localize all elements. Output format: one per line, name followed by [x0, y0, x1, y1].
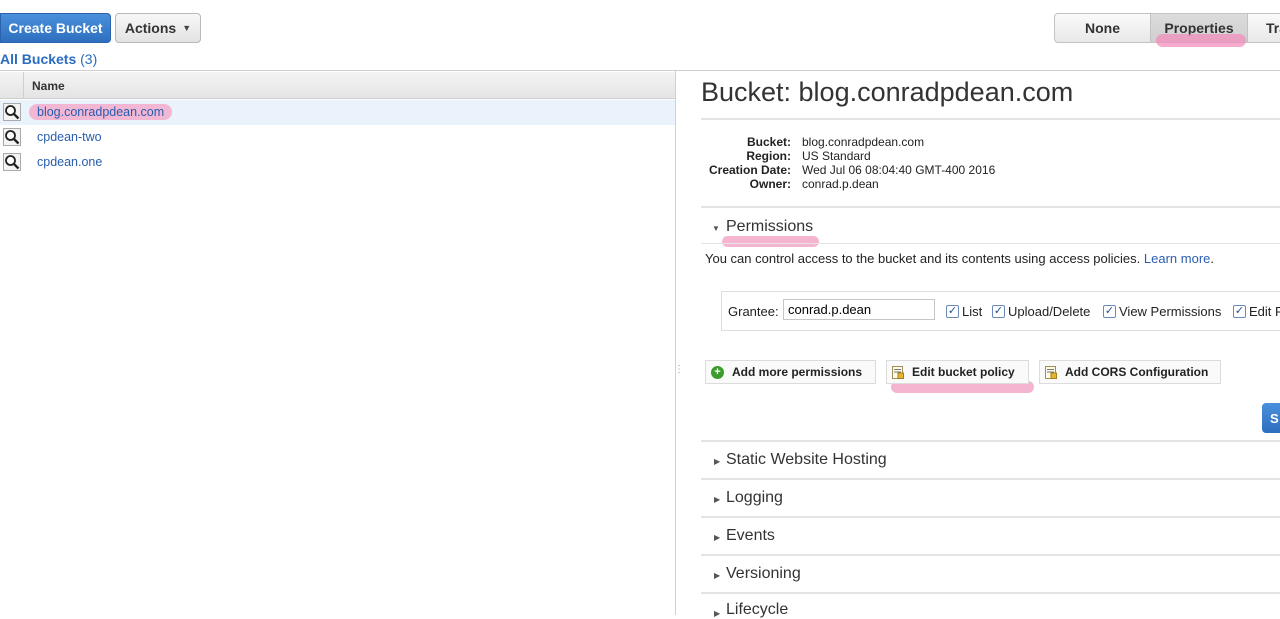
checkbox-label-list: List — [962, 304, 983, 319]
grid-header-gutter — [0, 72, 24, 99]
annotation-highlight-permissions — [722, 236, 819, 247]
view-transfers-button[interactable]: Tra — [1247, 13, 1280, 43]
events-section-header[interactable]: Events — [726, 527, 775, 545]
description-period: . — [1210, 251, 1215, 266]
permissions-section-header[interactable]: Permissions — [726, 218, 813, 236]
divider — [701, 516, 1280, 518]
bucket-list-pane: Name blog.conradpdean.com cpdean-two cpd… — [0, 71, 676, 615]
permissions-description: You can control access to the bucket and… — [705, 251, 1214, 266]
checkbox-upload-delete[interactable]: ✓ Upload/Delete — [992, 304, 1090, 319]
table-row[interactable]: cpdean-two — [0, 125, 675, 150]
policy-document-icon — [892, 365, 904, 379]
divider — [701, 554, 1280, 556]
info-value-creation-date: Wed Jul 06 08:04:40 GMT-400 2016 — [802, 163, 996, 177]
info-label-region: Region: — [746, 149, 791, 163]
triangle-right-icon[interactable]: ▶ — [714, 609, 720, 618]
checkbox-view-permissions[interactable]: ✓ View Permissions — [1103, 304, 1221, 319]
plus-circle-icon: + — [711, 365, 724, 379]
magnifier-icon[interactable] — [3, 153, 21, 171]
column-header-name[interactable]: Name — [32, 79, 65, 93]
checkbox-edit-permissions[interactable]: ✓ Edit P — [1233, 304, 1280, 319]
actions-label: Actions — [124, 20, 177, 36]
magnifier-icon[interactable] — [3, 128, 21, 146]
add-more-permissions-button[interactable]: + Add more permissions — [705, 360, 876, 384]
create-bucket-button[interactable]: Create Bucket — [0, 13, 111, 43]
triangle-right-icon[interactable]: ▶ — [714, 571, 720, 580]
info-label-owner: Owner: — [749, 177, 791, 191]
checkbox-checked-icon[interactable]: ✓ — [946, 305, 959, 318]
triangle-down-icon[interactable]: ▼ — [712, 224, 720, 233]
edit-bucket-policy-label: Edit bucket policy — [912, 365, 1015, 379]
bucket-name-link[interactable]: cpdean.one — [37, 155, 102, 169]
checkbox-label-edit-permissions: Edit P — [1249, 304, 1280, 319]
bucket-count: (3) — [80, 51, 98, 67]
info-value-owner: conrad.p.dean — [802, 177, 879, 191]
table-row[interactable]: blog.conradpdean.com — [0, 100, 675, 125]
actions-menu-button[interactable]: Actions ▼ — [115, 13, 201, 43]
learn-more-link[interactable]: Learn more — [1144, 251, 1210, 266]
checkbox-label-view-permissions: View Permissions — [1119, 304, 1222, 319]
static-website-hosting-section-header[interactable]: Static Website Hosting — [726, 451, 887, 469]
divider — [701, 440, 1280, 442]
info-label-bucket: Bucket: — [746, 135, 791, 149]
permissions-description-text: You can control access to the bucket and… — [705, 251, 1141, 266]
save-button[interactable]: S — [1262, 403, 1280, 433]
divider — [701, 206, 1280, 208]
checkbox-checked-icon[interactable]: ✓ — [1103, 305, 1116, 318]
triangle-right-icon[interactable]: ▶ — [714, 457, 720, 466]
all-buckets-breadcrumb[interactable]: All Buckets (3) — [0, 51, 97, 67]
info-value-region: US Standard — [802, 149, 871, 163]
chevron-down-icon: ▼ — [182, 23, 192, 33]
checkbox-label-upload-delete: Upload/Delete — [1008, 304, 1091, 319]
divider — [701, 243, 1280, 244]
table-row[interactable]: cpdean.one — [0, 150, 675, 175]
view-none-button[interactable]: None — [1054, 13, 1151, 43]
toolbar: Create Bucket Actions ▼ None Properties … — [0, 0, 1280, 52]
divider — [701, 592, 1280, 594]
divider — [701, 478, 1280, 480]
bucket-name-link[interactable]: blog.conradpdean.com — [37, 105, 164, 119]
bucket-name-link[interactable]: cpdean-two — [37, 130, 102, 144]
add-cors-configuration-button[interactable]: Add CORS Configuration — [1039, 360, 1221, 384]
checkbox-checked-icon[interactable]: ✓ — [1233, 305, 1246, 318]
add-more-permissions-label: Add more permissions — [732, 365, 863, 379]
triangle-right-icon[interactable]: ▶ — [714, 495, 720, 504]
divider — [701, 118, 1280, 120]
page-title: Bucket: blog.conradpdean.com — [701, 77, 1074, 107]
grantee-label: Grantee: — [728, 304, 779, 319]
grid-header: Name — [0, 72, 675, 99]
info-label-creation-date: Creation Date: — [708, 163, 791, 177]
all-buckets-label[interactable]: All Buckets — [0, 51, 76, 67]
checkbox-checked-icon[interactable]: ✓ — [992, 305, 1005, 318]
cors-document-icon — [1045, 365, 1057, 379]
magnifier-icon[interactable] — [3, 103, 21, 121]
logging-section-header[interactable]: Logging — [726, 489, 783, 507]
info-value-bucket: blog.conradpdean.com — [802, 135, 925, 149]
grantee-row: Grantee: ✓ List ✓ Upload/Delete ✓ View P… — [721, 291, 1280, 331]
edit-bucket-policy-button[interactable]: Edit bucket policy — [886, 360, 1029, 384]
grantee-input[interactable] — [783, 299, 935, 320]
checkbox-list[interactable]: ✓ List — [946, 304, 982, 319]
add-cors-configuration-label: Add CORS Configuration — [1065, 365, 1209, 379]
lifecycle-section-header[interactable]: Lifecycle — [726, 601, 788, 619]
annotation-highlight-properties — [1156, 34, 1246, 47]
properties-pane: Bucket: blog.conradpdean.com Bucket: blo… — [676, 71, 1280, 618]
triangle-right-icon[interactable]: ▶ — [714, 533, 720, 542]
versioning-section-header[interactable]: Versioning — [726, 565, 801, 583]
